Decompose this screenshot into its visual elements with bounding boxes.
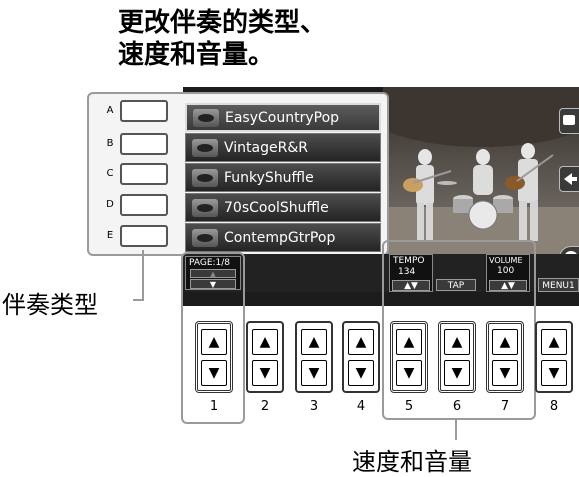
callout-lines [133,250,457,440]
callout-tempo-volume: 速度和音量 [352,448,472,476]
callout-style-type: 伴奏类型 [2,291,98,319]
